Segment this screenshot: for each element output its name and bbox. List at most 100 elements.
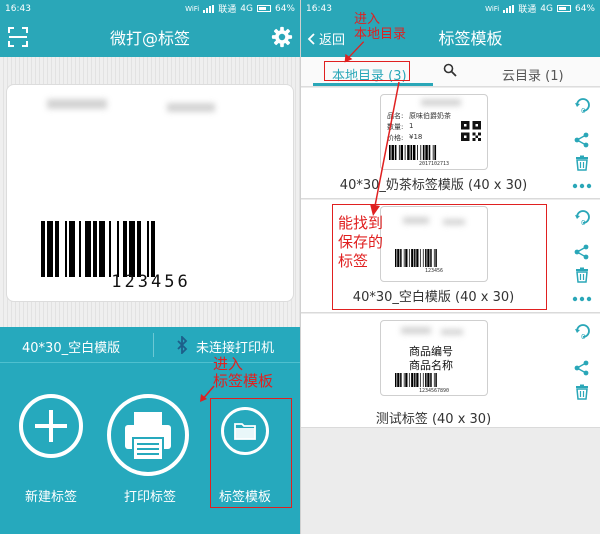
barcode-bar xyxy=(65,221,67,277)
label-preview-area: 123456 xyxy=(0,57,300,327)
barcode-bar xyxy=(427,373,430,387)
svg-text:0: 0 xyxy=(581,219,585,226)
annotation-box xyxy=(210,398,292,508)
blurred-text xyxy=(441,329,463,335)
annotation-text: 进入 本地目录 xyxy=(354,12,406,42)
current-template-name[interactable]: 40*30_空白模版 xyxy=(22,337,120,356)
carrier-label: 联通 xyxy=(218,5,237,15)
gear-icon[interactable] xyxy=(271,26,293,48)
barcode-bar xyxy=(411,373,414,387)
signal-icon xyxy=(503,4,515,13)
home-screen: 16:43 WiFi 联通 4G 64% 微打@标签 123456 40*30_… xyxy=(0,0,300,534)
app-bar: 微打@标签 xyxy=(0,17,300,57)
template-name: 测试标签 (40 x 30) xyxy=(375,412,492,427)
barcode-bar xyxy=(433,373,435,387)
barcode-bar xyxy=(99,221,105,277)
barcode-bar xyxy=(93,221,97,277)
print-label-text: 打印标签 xyxy=(123,490,176,505)
tab-cloud[interactable]: 云目录 (1) xyxy=(502,65,564,84)
barcode-bar xyxy=(85,221,91,277)
barcode-bar xyxy=(79,221,81,277)
annotation-line: 进入 xyxy=(354,12,381,27)
trash-icon[interactable] xyxy=(574,384,590,400)
barcode-bar xyxy=(395,373,397,387)
more-icon[interactable] xyxy=(572,296,592,302)
qr-code-icon xyxy=(461,121,481,141)
trash-icon[interactable] xyxy=(574,267,590,283)
barcode-number: 1234567890 xyxy=(418,388,450,394)
barcode-bar xyxy=(109,221,111,277)
print-rotate-icon[interactable]: 0 xyxy=(574,96,592,114)
thumbnail-line: 商品名称 xyxy=(409,359,453,372)
barcode-bar xyxy=(151,221,155,277)
barcode-bar xyxy=(425,373,427,387)
label-preview-card[interactable]: 123456 xyxy=(6,84,294,302)
barcode-bar xyxy=(129,221,135,277)
blurred-text xyxy=(47,99,107,109)
print-rotate-icon[interactable]: 0 xyxy=(574,208,592,226)
divider xyxy=(153,333,154,357)
barcode-bar xyxy=(69,221,75,277)
barcode-bar xyxy=(400,373,402,387)
printer-icon xyxy=(125,412,171,461)
search-icon[interactable] xyxy=(443,63,457,77)
status-bar: 16:43 WiFi 联通 4G 64% xyxy=(0,0,300,17)
status-indicators: WiFi 联通 4G 64% xyxy=(185,2,295,16)
annotation-line: 标签 xyxy=(338,252,369,270)
plus-icon xyxy=(35,410,67,442)
barcode-bar xyxy=(420,145,422,160)
status-indicators: WiFi 联通 4G 64% xyxy=(485,2,595,16)
field-value: ¥18 xyxy=(409,133,423,141)
barcode-bar xyxy=(397,373,400,387)
battery-icon xyxy=(256,5,271,12)
barcode-bar xyxy=(425,145,428,160)
barcode-graphic xyxy=(395,373,437,387)
status-bar: 16:43 WiFi 联通 4G 64% xyxy=(301,0,600,17)
barcode-bar xyxy=(435,373,437,387)
barcode-bar xyxy=(414,373,416,387)
template-item[interactable]: 品名: 原味伯爵奶茶 数量: 1 价格: ¥18 2017102713 40*3… xyxy=(301,88,600,199)
annotation-arrow xyxy=(344,41,365,63)
barcode-bar xyxy=(137,221,141,277)
network-label: 4G xyxy=(540,3,553,14)
barcode-bar xyxy=(408,373,410,387)
barcode-bar xyxy=(407,145,410,160)
barcode-bar xyxy=(430,373,432,387)
template-actions: 0 xyxy=(564,314,600,427)
share-icon[interactable] xyxy=(574,360,590,376)
wifi-label: WiFi xyxy=(485,4,500,13)
blurred-text xyxy=(421,99,461,106)
print-label-button[interactable] xyxy=(107,394,189,476)
print-rotate-icon[interactable]: 0 xyxy=(574,322,592,340)
status-time: 16:43 xyxy=(306,3,332,14)
annotation-text: 进入 标签模板 xyxy=(213,356,273,390)
template-actions: 0 xyxy=(564,200,600,312)
barcode-bar xyxy=(419,373,421,387)
barcode-bar xyxy=(147,221,149,277)
printer-status[interactable]: 未连接打印机 xyxy=(196,337,274,356)
barcode-bar xyxy=(434,145,437,160)
carrier-label: 联通 xyxy=(518,5,537,15)
share-icon[interactable] xyxy=(574,244,590,260)
annotation-arrow xyxy=(370,81,400,216)
template-name: 40*30_奶茶标签模版 (40 x 30) xyxy=(339,178,528,193)
barcode-bar xyxy=(405,373,408,387)
battery-percent: 64% xyxy=(274,3,295,14)
more-icon[interactable] xyxy=(572,183,592,189)
template-actions: 0 xyxy=(564,88,600,198)
app-title: 微打@标签 xyxy=(109,29,190,48)
battery-percent: 64% xyxy=(574,3,595,14)
trash-icon[interactable] xyxy=(574,155,590,171)
barcode-bar xyxy=(410,145,413,160)
annotation-line: 进入 xyxy=(213,355,244,373)
barcode-bar xyxy=(41,221,45,277)
blurred-text xyxy=(167,103,215,112)
barcode-bar xyxy=(422,373,424,387)
new-label-button[interactable] xyxy=(19,394,83,458)
barcode-bar xyxy=(117,221,119,277)
template-screen: 16:43 WiFi 联通 4G 64% 返回 标签模板 本地目录 (3) 云目… xyxy=(301,0,600,534)
share-icon[interactable] xyxy=(574,132,590,148)
annotation-text: 能找到 保存的 标签 xyxy=(338,214,383,271)
blurred-text xyxy=(401,327,431,334)
template-item[interactable]: 商品编号 商品名称 1234567890 测试标签 (40 x 30) 0 xyxy=(301,314,600,428)
